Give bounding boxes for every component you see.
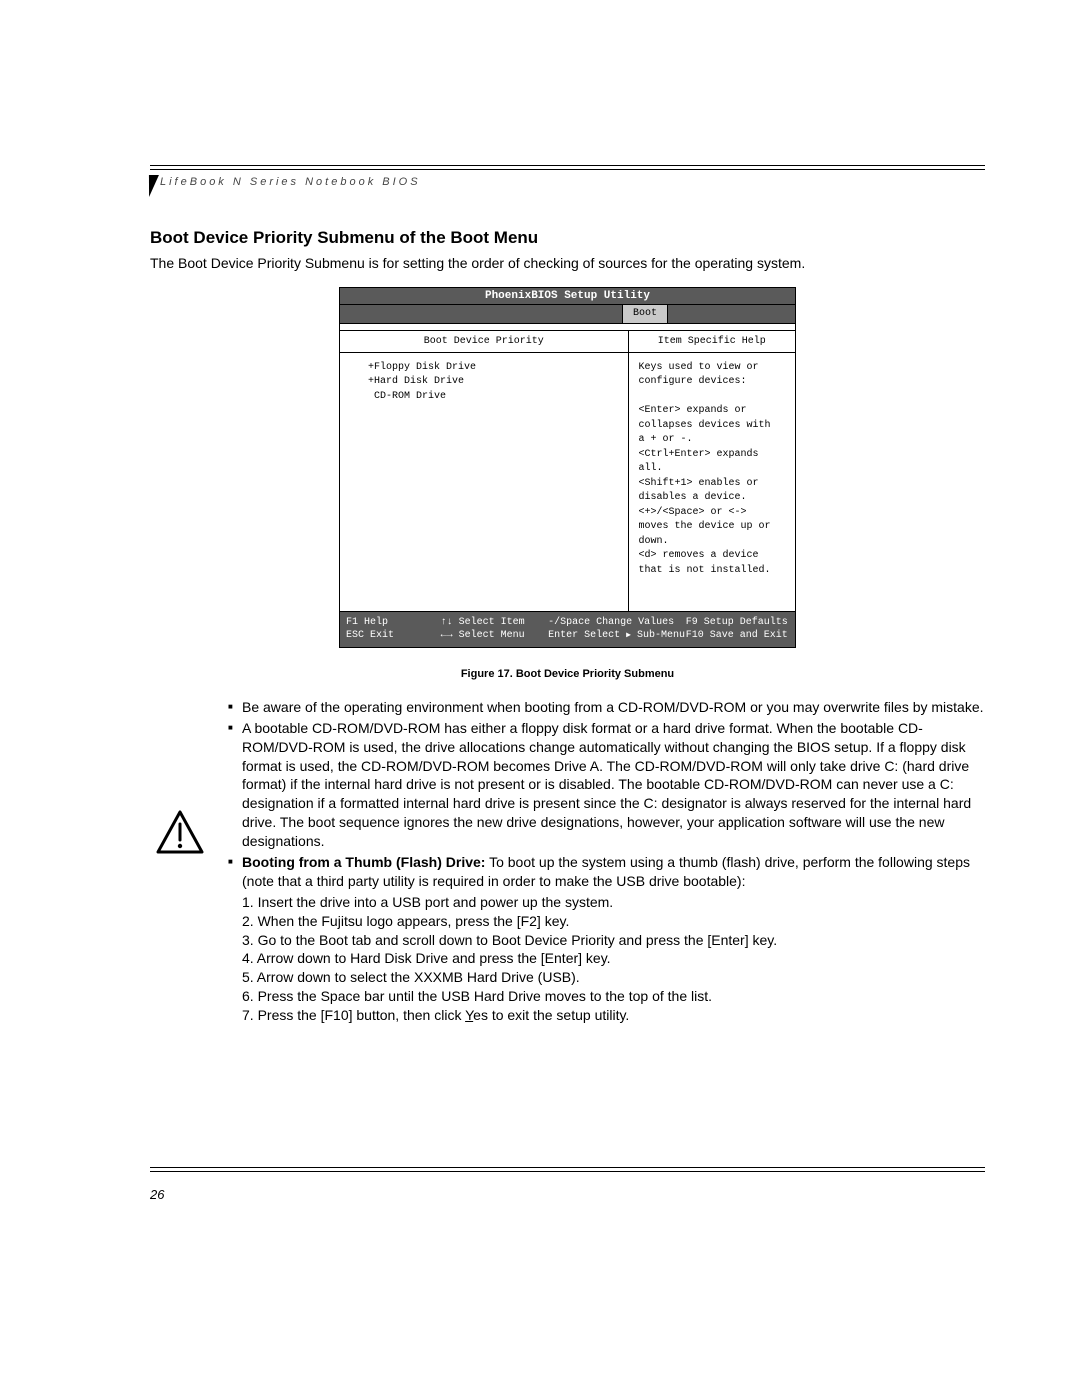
step-item: 6. Press the Space bar until the USB Har…: [242, 987, 985, 1006]
bios-help-text: Keys used to view or configure devices: …: [629, 353, 795, 611]
figure-caption: Figure 17. Boot Device Priority Submenu: [150, 668, 985, 680]
warning-icon: [150, 810, 210, 854]
bios-key-change-values: -/Space Change Values: [548, 616, 686, 630]
bullet-item: Booting from a Thumb (Flash) Drive: To b…: [228, 853, 985, 1025]
bios-title: PhoenixBIOS Setup Utility: [340, 288, 795, 305]
page-number: 26: [150, 1187, 164, 1202]
bios-left-header: Boot Device Priority: [340, 331, 628, 353]
step-item: 2. When the Fujitsu logo appears, press …: [242, 912, 985, 931]
step-item: 1. Insert the drive into a USB port and …: [242, 893, 985, 912]
bios-tab-boot: Boot: [622, 305, 668, 323]
section-title: Boot Device Priority Submenu of the Boot…: [150, 228, 985, 248]
bios-key-select-item: ↑↓ Select Item: [441, 616, 549, 630]
bullet-item: A bootable CD-ROM/DVD-ROM has either a f…: [228, 719, 985, 851]
bios-right-header: Item Specific Help: [629, 331, 795, 353]
bios-key-save: F10 Save and Exit: [686, 629, 789, 643]
bullet-item: Be aware of the operating environment wh…: [228, 698, 985, 717]
bios-key-help: F1 Help: [346, 616, 441, 630]
bios-menu-bar: Boot: [340, 305, 795, 324]
bios-device-list: +Floppy Disk Drive +Hard Disk Drive CD-R…: [340, 353, 628, 611]
corner-triangle-icon: [147, 175, 157, 197]
bios-screenshot: PhoenixBIOS Setup Utility Boot Boot Devi…: [339, 287, 796, 648]
section-intro: The Boot Device Priority Submenu is for …: [150, 254, 985, 273]
step-item: 3. Go to the Boot tab and scroll down to…: [242, 931, 985, 950]
step-item: 5. Arrow down to select the XXXMB Hard D…: [242, 968, 985, 987]
bullet-list: Be aware of the operating environment wh…: [228, 698, 985, 1027]
bullet-bold: Booting from a Thumb (Flash) Drive:: [242, 854, 485, 870]
step-item: 7. Press the [F10] button, then click Ye…: [242, 1006, 985, 1025]
bottom-rule: [150, 1167, 985, 1172]
top-rule: [150, 165, 985, 170]
bios-footer: F1 Help ESC Exit ↑↓ Select Item ←→ Selec…: [340, 611, 795, 647]
bios-spacer: [340, 324, 795, 331]
bios-key-defaults: F9 Setup Defaults: [686, 616, 789, 630]
step-item: 4. Arrow down to Hard Disk Drive and pre…: [242, 949, 985, 968]
bios-key-submenu: Enter Select Sub-Menu: [548, 629, 686, 643]
bios-key-exit: ESC Exit: [346, 629, 441, 643]
running-head: LifeBook N Series Notebook BIOS: [160, 176, 985, 188]
bios-key-select-menu: ←→ Select Menu: [441, 629, 549, 643]
